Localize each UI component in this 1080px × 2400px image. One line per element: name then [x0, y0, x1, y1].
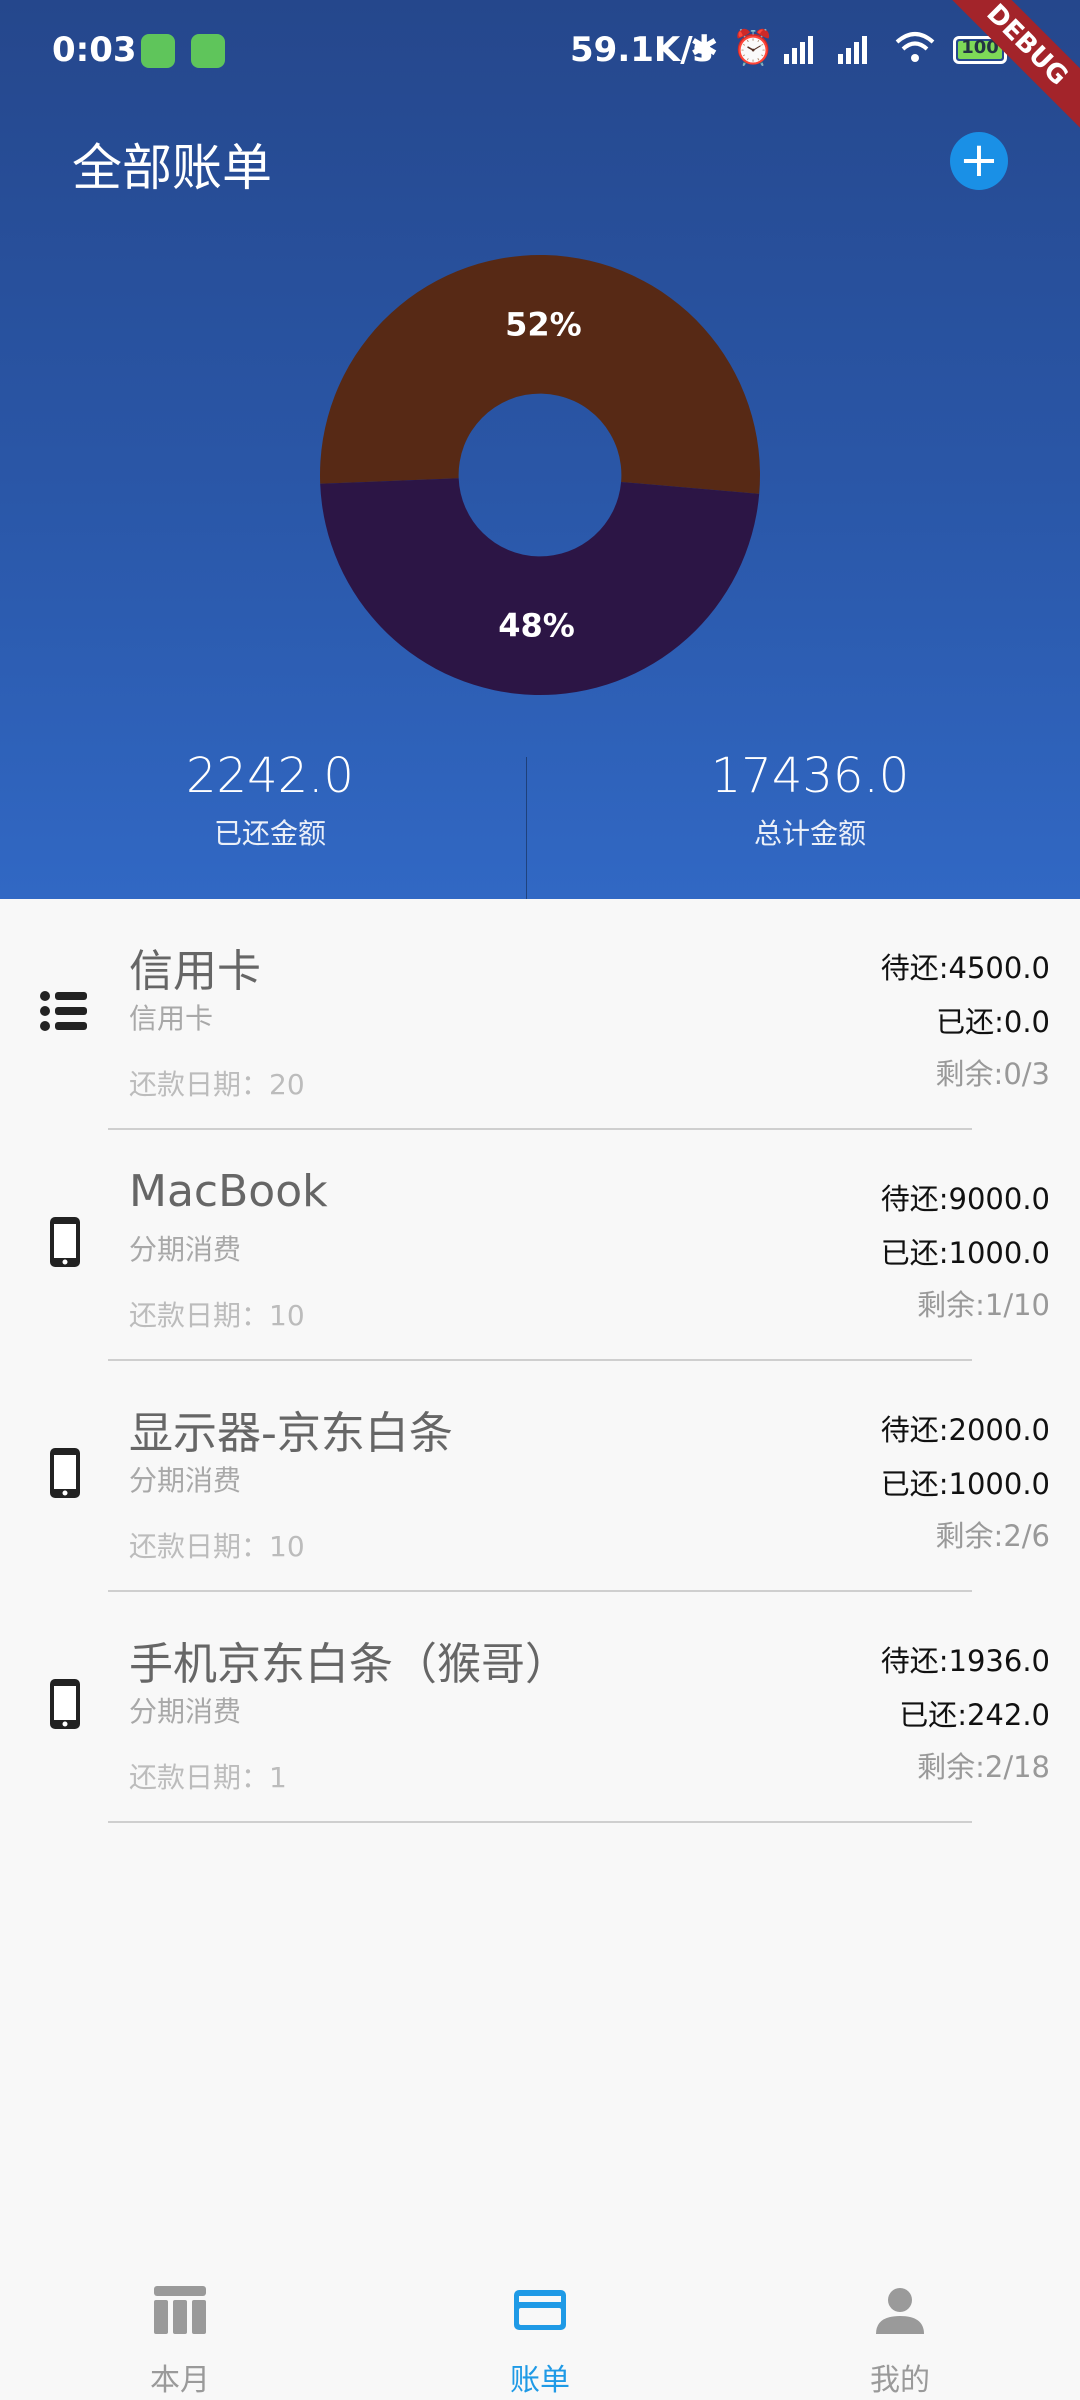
nav-tab-month[interactable]: 本月 — [0, 2240, 360, 2400]
bill-due-date: 还款日期：1 — [129, 1761, 287, 1794]
bill-name: 手机京东白条（猴哥） — [129, 1639, 569, 1690]
bill-due-date: 还款日期：10 — [129, 1530, 305, 1563]
donut-slice-label-0: 52% — [505, 305, 582, 343]
calendar-table-icon — [154, 2286, 206, 2334]
bill-name: 显示器-京东白条 — [129, 1408, 453, 1459]
paid-label: 已还金额 — [213, 817, 326, 850]
phone-icon — [50, 1679, 80, 1729]
status-bar: 0:03 59.1K/s ✱ ⏰ 100 DEBUG — [0, 0, 1080, 142]
bill-remaining-periods: 剩余:2/6 — [935, 1519, 1050, 1553]
bill-paid-amount: 已还:1000.0 — [880, 1467, 1050, 1501]
bill-paid-amount: 已还:1000.0 — [880, 1236, 1050, 1270]
paid-amount: 2242.0 — [186, 748, 354, 804]
page-title: 全部账单 — [72, 139, 272, 197]
bill-remaining-periods: 剩余:2/18 — [917, 1750, 1050, 1784]
bill-remaining-periods: 剩余:0/3 — [935, 1057, 1050, 1091]
summary-divider — [526, 757, 527, 899]
plus-circle-icon: + — [958, 132, 1000, 188]
bill-type: 分期消费 — [129, 1233, 242, 1266]
status-time: 0:03 — [52, 30, 137, 70]
bill-pending-amount: 待还:1936.0 — [880, 1644, 1050, 1678]
nav-label: 本月 — [150, 2363, 210, 2398]
bluetooth-icon: ✱ — [690, 28, 719, 68]
nav-tab-bills[interactable]: 账单 — [360, 2240, 720, 2400]
bill-remaining-periods: 剩余:1/10 — [917, 1288, 1050, 1322]
nav-label: 我的 — [870, 2363, 930, 2398]
signal-icon — [838, 36, 867, 64]
notification-app-icon — [141, 34, 175, 68]
donut-slice-label-1: 48% — [498, 607, 575, 645]
divider — [108, 1821, 972, 1823]
bill-donut-chart: 52% 48% — [320, 255, 760, 696]
bottom-navigation: 本月 账单 我的 — [0, 2240, 1080, 2400]
bill-pending-amount: 待还:2000.0 — [880, 1413, 1050, 1447]
bill-type: 分期消费 — [129, 1464, 242, 1497]
signal-icon — [784, 36, 813, 64]
debug-banner: DEBUG — [930, 0, 1080, 142]
total-amount: 17436.0 — [710, 748, 910, 804]
list-icon — [40, 991, 87, 1031]
bill-list: 信用卡 信用卡 还款日期：20 待还:4500.0 已还:0.0 剩余:0/3 … — [0, 899, 1080, 1823]
bill-pending-amount: 待还:4500.0 — [880, 951, 1050, 985]
donut-slice-0 — [320, 255, 760, 494]
person-icon — [876, 2288, 924, 2334]
bill-paid-amount: 已还:0.0 — [936, 1005, 1050, 1039]
bill-item[interactable]: MacBook 分期消费 还款日期：10 待还:9000.0 已还:1000.0… — [0, 1130, 1080, 1361]
paid-summary: 2242.0 已还金额 — [0, 748, 540, 852]
bill-due-date: 还款日期：20 — [129, 1068, 305, 1101]
bill-type: 分期消费 — [129, 1695, 242, 1728]
phone-icon — [50, 1448, 80, 1498]
bill-type: 信用卡 — [129, 1002, 214, 1035]
notification-app-icon — [191, 34, 225, 68]
bill-item[interactable]: 显示器-京东白条 分期消费 还款日期：10 待还:2000.0 已还:1000.… — [0, 1361, 1080, 1592]
alarm-icon: ⏰ — [732, 28, 775, 68]
bill-paid-amount: 已还:242.0 — [899, 1698, 1050, 1732]
credit-card-icon — [514, 2290, 566, 2330]
bill-due-date: 还款日期：10 — [129, 1299, 305, 1332]
summary-header: 0:03 59.1K/s ✱ ⏰ 100 DEBUG 全部账单 + 52% 48%… — [0, 0, 1080, 899]
total-label: 总计金额 — [753, 817, 866, 850]
bill-pending-amount: 待还:9000.0 — [880, 1182, 1050, 1216]
phone-icon — [50, 1217, 80, 1267]
add-bill-button[interactable]: + — [950, 132, 1008, 190]
nav-label: 账单 — [510, 2363, 570, 2398]
bill-name: 信用卡 — [129, 946, 261, 997]
nav-tab-profile[interactable]: 我的 — [720, 2240, 1080, 2400]
wifi-icon — [895, 32, 935, 62]
donut-slice-1 — [320, 478, 760, 696]
bill-item[interactable]: 手机京东白条（猴哥） 分期消费 还款日期：1 待还:1936.0 已还:242.… — [0, 1592, 1080, 1823]
bill-name: MacBook — [129, 1166, 328, 1217]
bill-item[interactable]: 信用卡 信用卡 还款日期：20 待还:4500.0 已还:0.0 剩余:0/3 — [0, 899, 1080, 1130]
total-summary: 17436.0 总计金额 — [540, 748, 1080, 852]
